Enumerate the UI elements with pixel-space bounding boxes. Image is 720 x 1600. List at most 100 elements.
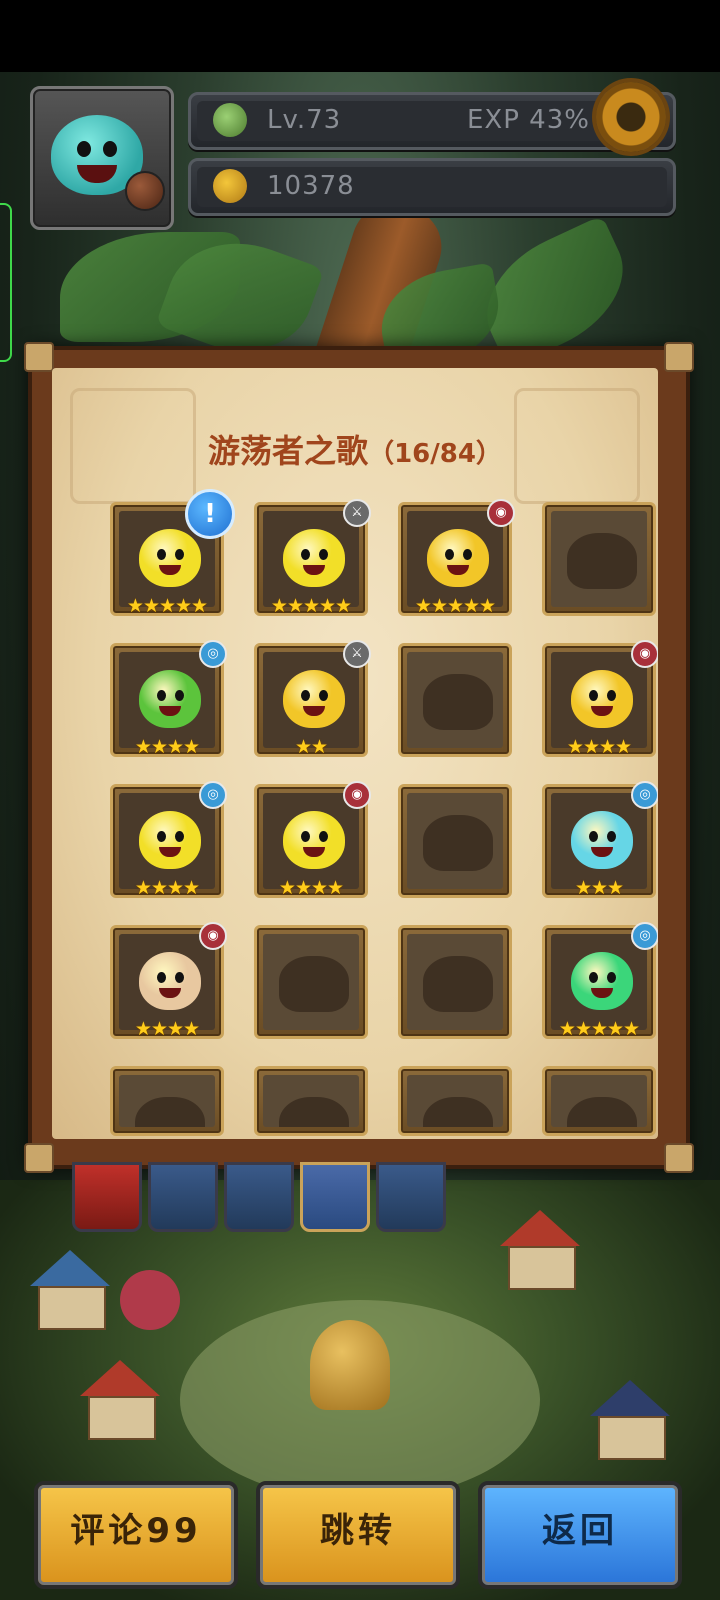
side-drawer-handle[interactable] bbox=[0, 203, 12, 362]
village-house bbox=[80, 1360, 160, 1440]
currency-bar: 10378 bbox=[188, 158, 676, 216]
locked-silhouette bbox=[279, 1097, 349, 1127]
star-rating: ★★ bbox=[294, 736, 328, 758]
locked-silhouette bbox=[567, 533, 637, 589]
golden-statue bbox=[310, 1320, 390, 1410]
character-slot[interactable]: ★★★★★! bbox=[110, 489, 235, 617]
slot-portrait bbox=[407, 934, 503, 1030]
tree-level-icon bbox=[213, 103, 247, 137]
character-portrait bbox=[427, 529, 489, 587]
character-slot[interactable]: ★★★★★ ◎ bbox=[542, 922, 658, 1040]
slot-portrait bbox=[551, 652, 647, 748]
slot-portrait bbox=[119, 1075, 215, 1127]
jump-button[interactable]: 跳转 bbox=[256, 1481, 460, 1589]
sword-element-icon: ⚔ bbox=[343, 499, 371, 527]
character-portrait bbox=[283, 529, 345, 587]
character-slot[interactable]: ★★★★ ◎ bbox=[110, 781, 227, 899]
star-rating: ★★★★ bbox=[134, 736, 200, 758]
slot-portrait bbox=[119, 652, 215, 748]
locked-silhouette bbox=[135, 1097, 205, 1127]
exp-text: EXP 43% bbox=[467, 105, 590, 135]
fire-element-icon: ◉ bbox=[343, 781, 371, 809]
character-portrait bbox=[283, 811, 345, 869]
fire-element-icon: ◉ bbox=[487, 499, 515, 527]
slot-portrait bbox=[263, 934, 359, 1030]
star-rating: ★★★★★ bbox=[270, 595, 352, 617]
locked-silhouette bbox=[423, 1097, 493, 1127]
slot-portrait bbox=[551, 934, 647, 1030]
character-slot[interactable]: ★★★★ ◉ bbox=[110, 922, 227, 1040]
star-rating: ★★★★ bbox=[278, 877, 344, 899]
status-bar bbox=[0, 0, 720, 72]
character-portrait bbox=[139, 670, 201, 728]
slot-portrait bbox=[263, 1075, 359, 1127]
slot-portrait bbox=[119, 793, 215, 889]
star-rating: ★★★★★ bbox=[126, 595, 208, 617]
back-button[interactable]: 返回 bbox=[478, 1481, 682, 1589]
character-slot[interactable]: ★★ ⚔ bbox=[254, 640, 371, 758]
tab-blue[interactable] bbox=[148, 1162, 218, 1232]
locked-character-slot[interactable] bbox=[542, 1066, 656, 1136]
character-slot[interactable]: ★★★★ ◉ bbox=[254, 781, 371, 899]
collection-name: 游荡者之歌 bbox=[208, 432, 369, 470]
character-slot[interactable]: ★★★★ ◎ bbox=[110, 640, 227, 758]
red-creature bbox=[120, 1270, 180, 1330]
tab-orange[interactable] bbox=[376, 1162, 446, 1232]
water-element-icon: ◎ bbox=[199, 640, 227, 668]
sword-element-icon: ⚔ bbox=[343, 640, 371, 668]
star-rating: ★★★ bbox=[574, 877, 624, 899]
locked-silhouette bbox=[279, 956, 349, 1012]
tab-red[interactable] bbox=[72, 1162, 142, 1232]
water-element-icon: ◎ bbox=[631, 781, 658, 809]
character-portrait bbox=[571, 670, 633, 728]
locked-silhouette bbox=[567, 1097, 637, 1127]
star-rating: ★★★★★ bbox=[558, 1018, 640, 1040]
character-portrait bbox=[571, 952, 633, 1010]
comment-button[interactable]: 评论99 bbox=[34, 1481, 238, 1589]
village-house bbox=[500, 1210, 580, 1290]
character-portrait bbox=[571, 811, 633, 869]
slot-portrait bbox=[407, 1075, 503, 1127]
village-house bbox=[30, 1250, 110, 1330]
slot-portrait bbox=[119, 934, 215, 1030]
avatar-badge-icon bbox=[125, 171, 165, 211]
slot-portrait bbox=[407, 793, 503, 889]
panel-title: 游荡者之歌（16/84） bbox=[52, 426, 658, 472]
character-slot[interactable]: ★★★★★ ⚔ bbox=[254, 499, 371, 617]
star-rating: ★★★★★ bbox=[414, 595, 496, 617]
slot-portrait bbox=[407, 652, 503, 748]
slot-portrait bbox=[263, 511, 359, 607]
locked-character-slot[interactable] bbox=[110, 1066, 224, 1136]
slot-portrait bbox=[263, 652, 359, 748]
character-portrait bbox=[139, 952, 201, 1010]
slot-portrait bbox=[551, 793, 647, 889]
character-slot[interactable]: ★★★★★ ◉ bbox=[398, 499, 515, 617]
collection-progress: （16/84） bbox=[368, 439, 502, 469]
character-portrait bbox=[139, 529, 201, 587]
player-avatar[interactable] bbox=[30, 86, 174, 230]
settings-gear-icon[interactable] bbox=[591, 82, 671, 152]
slot-portrait bbox=[407, 511, 503, 607]
water-element-icon: ◎ bbox=[631, 922, 658, 950]
new-alert-badge: ! bbox=[185, 489, 235, 539]
locked-character-slot[interactable] bbox=[398, 925, 512, 1039]
level-text: Lv.73 bbox=[267, 105, 342, 135]
character-slot[interactable]: ★★★ ◎ bbox=[542, 781, 658, 899]
locked-character-slot[interactable] bbox=[542, 502, 656, 616]
locked-character-slot[interactable] bbox=[254, 925, 368, 1039]
currency-amount: 10378 bbox=[267, 171, 355, 201]
character-slot[interactable]: ★★★★ ◉ bbox=[542, 640, 658, 758]
locked-character-slot[interactable] bbox=[398, 784, 512, 898]
star-rating: ★★★★ bbox=[134, 877, 200, 899]
slot-portrait bbox=[263, 793, 359, 889]
locked-character-slot[interactable] bbox=[398, 643, 512, 757]
parchment: 游荡者之歌（16/84） ★★★★★! ★★★★★ ⚔ ★★★★★ ◉ ★★★★ ◎ ★★ ⚔ ★… bbox=[52, 368, 658, 1139]
slot-portrait bbox=[551, 1075, 647, 1127]
tab-yellow-active[interactable] bbox=[300, 1162, 370, 1232]
slot-portrait bbox=[551, 511, 647, 607]
locked-character-slot[interactable] bbox=[398, 1066, 512, 1136]
water-element-icon: ◎ bbox=[199, 781, 227, 809]
tab-green[interactable] bbox=[224, 1162, 294, 1232]
locked-character-slot[interactable] bbox=[254, 1066, 368, 1136]
fire-element-icon: ◉ bbox=[631, 640, 658, 668]
